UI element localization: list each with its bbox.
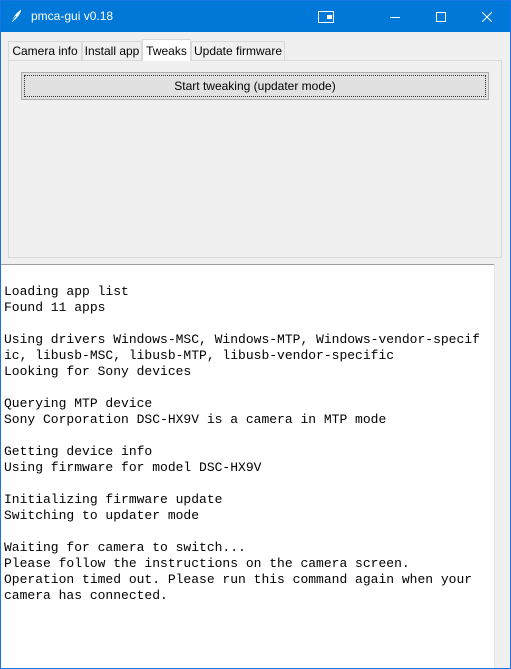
tab-tweaks[interactable]: Tweaks: [142, 39, 191, 61]
tab-camera-info[interactable]: Camera info: [8, 41, 82, 60]
tab-bar: Camera info Install app Tweaks Update fi…: [8, 39, 508, 61]
maximize-icon[interactable]: [418, 1, 464, 32]
start-tweaking-button[interactable]: Start tweaking (updater mode): [21, 72, 489, 100]
log-text: Loading app list Found 11 apps Using dri…: [4, 284, 480, 603]
app-window: pmca-gui v0.18 Camera info Install app T…: [0, 0, 511, 669]
feather-icon: [9, 9, 23, 23]
focus-ring: [24, 75, 486, 97]
minimize-icon[interactable]: [372, 1, 418, 32]
close-icon[interactable]: [464, 1, 510, 32]
keyboard-window-icon[interactable]: [303, 1, 349, 32]
log-output[interactable]: Loading app list Found 11 apps Using dri…: [1, 264, 494, 668]
tab-install-app[interactable]: Install app: [82, 41, 142, 60]
tweaks-panel: Start tweaking (updater mode): [8, 60, 502, 258]
window-title: pmca-gui v0.18: [31, 9, 114, 23]
tab-update-firmware[interactable]: Update firmware: [191, 41, 285, 60]
log-scrollbar[interactable]: [494, 264, 510, 668]
title-bar[interactable]: pmca-gui v0.18: [1, 1, 510, 32]
